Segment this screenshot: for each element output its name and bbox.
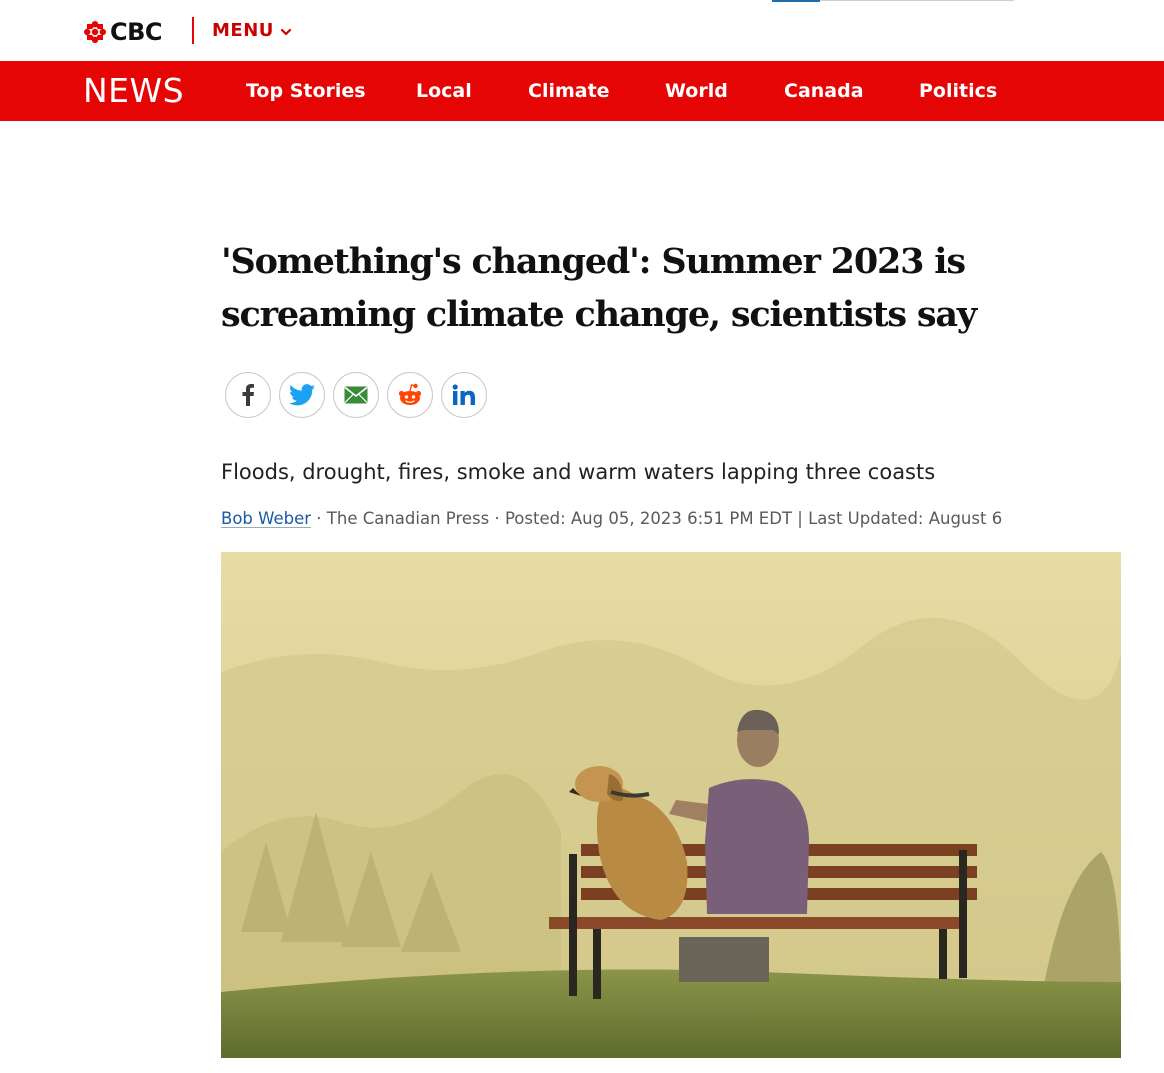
share-facebook-button[interactable] (225, 372, 271, 418)
email-icon (344, 386, 368, 404)
chevron-down-icon (280, 24, 292, 38)
nav-item-world[interactable]: World (665, 79, 728, 103)
twitter-icon (289, 384, 315, 406)
reddit-icon (397, 383, 423, 407)
article-deck: Floods, drought, fires, smoke and warm w… (221, 460, 936, 484)
byline: Bob Weber · The Canadian Press · Posted:… (221, 508, 1002, 530)
linkedin-icon (452, 384, 476, 406)
nav-item-top-stories[interactable]: Top Stories (246, 79, 366, 103)
cbc-gem-icon (84, 21, 106, 43)
nav-item-climate[interactable]: Climate (528, 79, 610, 103)
header-divider (192, 17, 194, 44)
nav-item-local[interactable]: Local (416, 79, 472, 103)
top-accent-line (772, 0, 820, 2)
article-headline: 'Something's changed': Summer 2023 is sc… (221, 241, 977, 335)
facebook-icon (241, 384, 255, 406)
share-email-button[interactable] (333, 372, 379, 418)
share-twitter-button[interactable] (279, 372, 325, 418)
logo-wordmark: CBC (110, 18, 163, 46)
share-reddit-button[interactable] (387, 372, 433, 418)
byline-meta: · The Canadian Press · Posted: Aug 05, 2… (311, 509, 1003, 528)
menu-label: MENU (212, 20, 274, 41)
top-divider-line (820, 0, 1014, 1)
news-section-label[interactable]: NEWS (83, 73, 184, 109)
nav-item-politics[interactable]: Politics (919, 79, 997, 103)
menu-button[interactable]: MENU (212, 19, 292, 43)
news-nav-bar: NEWS Top Stories Local Climate World Can… (0, 61, 1164, 121)
share-linkedin-button[interactable] (441, 372, 487, 418)
top-header: CBC MENU (0, 0, 1164, 61)
cbc-logo[interactable]: CBC (84, 18, 163, 46)
share-bar (225, 372, 487, 418)
hero-image[interactable] (221, 552, 1121, 1058)
author-link[interactable]: Bob Weber (221, 509, 311, 528)
nav-item-canada[interactable]: Canada (784, 79, 864, 103)
